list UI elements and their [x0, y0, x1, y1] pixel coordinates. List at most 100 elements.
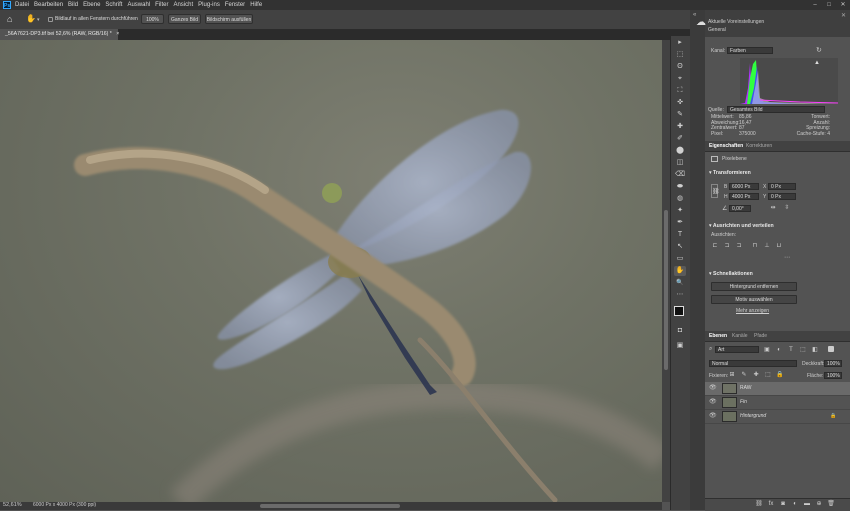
- menu-bearbeiten[interactable]: Bearbeiten: [34, 2, 63, 8]
- visibility-eye-icon[interactable]: 👁: [709, 385, 717, 391]
- hand-tool-icon[interactable]: ✋: [26, 14, 36, 24]
- zoom-level[interactable]: 52,61%: [3, 501, 22, 510]
- new-layer-icon[interactable]: ⊕: [815, 501, 823, 508]
- document-info[interactable]: 6000 Px x 4000 Px (300 ppi): [33, 501, 96, 510]
- show-more-link[interactable]: Mehr anzeigen: [736, 308, 769, 314]
- filter-pixel-icon[interactable]: ▣: [763, 347, 771, 354]
- source-select[interactable]: Gesamtes Bild: [727, 106, 825, 113]
- tab-adjustments[interactable]: Korrekturen: [746, 141, 772, 151]
- align-section-title[interactable]: ▾ Ausrichten und verteilen: [709, 223, 774, 229]
- scroll-all-checkbox[interactable]: [48, 17, 53, 22]
- height-input[interactable]: 4000 Px: [729, 193, 759, 200]
- new-group-icon[interactable]: ▬: [803, 501, 811, 508]
- width-input[interactable]: 6000 Px: [729, 183, 759, 190]
- layer-row-background[interactable]: 👁 Hintergrund 🔒: [705, 410, 850, 424]
- menu-ansicht[interactable]: Ansicht: [173, 2, 193, 8]
- tab-paths[interactable]: Pfade: [754, 331, 767, 341]
- stamp-tool-icon[interactable]: ⬤: [674, 146, 686, 156]
- filter-shape-icon[interactable]: ⬚: [799, 347, 807, 354]
- document-tab[interactable]: _56A7621-DP3.tif bei 52,6% (RAW, RGB/16)…: [0, 29, 119, 40]
- eyedropper-tool-icon[interactable]: ✎: [674, 110, 686, 120]
- menu-datei[interactable]: Datei: [15, 2, 29, 8]
- layer-row-raw[interactable]: 👁 RAW: [705, 382, 850, 396]
- x-input[interactable]: 0 Px: [768, 183, 796, 190]
- screen-mode-icon[interactable]: ▣: [674, 341, 686, 351]
- remove-background-button[interactable]: Hintergrund entfernen: [711, 282, 797, 291]
- select-subject-button[interactable]: Motiv auswählen: [711, 295, 797, 304]
- menu-fenster[interactable]: Fenster: [225, 2, 245, 8]
- panel-close-icon[interactable]: ✕: [841, 12, 846, 19]
- refresh-icon[interactable]: ↻: [816, 46, 822, 54]
- filter-type-icon[interactable]: T: [787, 347, 795, 354]
- frame-tool-icon[interactable]: ✜: [674, 98, 686, 108]
- layer-row-fin[interactable]: 👁 Fin: [705, 396, 850, 410]
- lasso-tool-icon[interactable]: ʘ: [674, 62, 686, 72]
- more-tools-icon[interactable]: ⋯: [674, 290, 686, 300]
- lock-position-icon[interactable]: ✚: [752, 372, 760, 379]
- add-mask-icon[interactable]: ◙: [779, 501, 787, 508]
- healing-tool-icon[interactable]: ✚: [674, 122, 686, 132]
- new-adjustment-icon[interactable]: ◐: [791, 501, 799, 508]
- y-input[interactable]: 0 Px: [768, 193, 796, 200]
- zoom-tool-icon[interactable]: 🔍: [674, 278, 686, 288]
- hand-tool-icon[interactable]: ✋: [674, 266, 686, 276]
- align-left-icon[interactable]: ⊏: [711, 243, 719, 250]
- filter-adjust-icon[interactable]: ◐: [775, 347, 783, 354]
- filter-toggle-icon[interactable]: [828, 346, 834, 352]
- opacity-input[interactable]: 100%: [824, 360, 842, 367]
- path-select-tool-icon[interactable]: ↖: [674, 242, 686, 252]
- link-dimensions-icon[interactable]: ⛓: [711, 184, 720, 198]
- brush-tool-icon[interactable]: ✐: [674, 134, 686, 144]
- crop-tool-icon[interactable]: ⛶: [674, 86, 686, 96]
- foreground-color-swatch[interactable]: [674, 306, 684, 316]
- menu-bild[interactable]: Bild: [68, 2, 78, 8]
- blend-mode-select[interactable]: Normal: [709, 360, 797, 367]
- tab-channels[interactable]: Kanäle: [732, 331, 748, 341]
- menu-filter[interactable]: Filter: [155, 2, 168, 8]
- tab-layers[interactable]: Ebenen: [709, 331, 727, 341]
- delete-layer-icon[interactable]: 🗑: [827, 501, 835, 508]
- dodge-tool-icon[interactable]: ✦: [674, 206, 686, 216]
- align-vcenter-icon[interactable]: ⊥: [763, 243, 771, 250]
- tool-preset-chevron-icon[interactable]: ▾: [37, 15, 40, 25]
- blur-tool-icon[interactable]: ◍: [674, 194, 686, 204]
- angle-input[interactable]: 0,00°: [729, 205, 751, 212]
- menu-hilfe[interactable]: Hilfe: [250, 2, 262, 8]
- menu-auswahl[interactable]: Auswahl: [127, 2, 150, 8]
- vertical-scrollbar[interactable]: [662, 40, 670, 502]
- tab-properties[interactable]: Eigenschaften: [709, 141, 743, 151]
- fill-input[interactable]: 100%: [824, 372, 842, 379]
- menu-plugins[interactable]: Plug-ins: [198, 2, 220, 8]
- layer-style-icon[interactable]: fx: [767, 501, 775, 508]
- quick-mask-icon[interactable]: ◘: [674, 326, 686, 336]
- close-button[interactable]: ✕: [836, 0, 850, 10]
- menu-schrift[interactable]: Schrift: [105, 2, 122, 8]
- menu-ebene[interactable]: Ebene: [83, 2, 100, 8]
- photoshop-logo[interactable]: Ps: [3, 1, 11, 9]
- pen-tool-icon[interactable]: ✒: [674, 218, 686, 228]
- tab-close-icon[interactable]: ×: [116, 31, 119, 37]
- maximize-button[interactable]: □: [822, 0, 836, 10]
- lock-artboard-icon[interactable]: ⬚: [764, 372, 772, 379]
- home-icon[interactable]: ⌂: [7, 14, 12, 24]
- channel-select[interactable]: Farben: [727, 47, 773, 54]
- marquee-tool-icon[interactable]: ⬚: [674, 50, 686, 60]
- history-brush-tool-icon[interactable]: ◫: [674, 158, 686, 168]
- align-bottom-icon[interactable]: ⊔: [775, 243, 783, 250]
- align-more-icon[interactable]: ⋯: [783, 255, 791, 262]
- flip-horizontal-icon[interactable]: ⇹: [769, 205, 777, 212]
- lock-all-icon[interactable]: 🔒: [776, 372, 784, 379]
- minimize-button[interactable]: –: [808, 0, 822, 10]
- visibility-eye-icon[interactable]: 👁: [709, 399, 717, 405]
- align-hcenter-icon[interactable]: ⊐: [723, 243, 731, 250]
- gradient-tool-icon[interactable]: ⬬: [674, 182, 686, 192]
- link-layers-icon[interactable]: ⛓: [755, 501, 763, 508]
- rectangle-tool-icon[interactable]: ▭: [674, 254, 686, 264]
- align-right-icon[interactable]: ⊐: [735, 243, 743, 250]
- zoom-100-button[interactable]: 100%: [141, 14, 164, 24]
- type-tool-icon[interactable]: T: [674, 230, 686, 240]
- vertical-scroll-thumb[interactable]: [664, 210, 668, 370]
- horizontal-scroll-thumb[interactable]: [260, 504, 400, 508]
- move-tool-icon[interactable]: ▸: [674, 38, 686, 48]
- quick-actions-title[interactable]: ▾ Schnellaktionen: [709, 271, 753, 277]
